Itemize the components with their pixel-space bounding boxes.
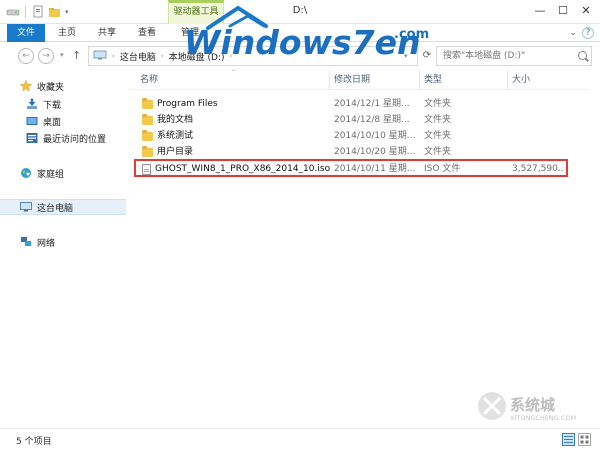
computer-icon <box>93 50 107 63</box>
nav-downloads[interactable]: 下载 <box>0 96 126 112</box>
customize-toolbar-icon[interactable]: ▾ <box>65 5 73 19</box>
file-type: ISO 文件 <box>424 164 461 174</box>
details-view-button[interactable] <box>562 433 575 446</box>
vertical-scrollbar[interactable] <box>588 90 598 426</box>
file-date: 2014/12/1 星期... <box>334 99 410 109</box>
breadcrumb-this-pc[interactable]: 这台电脑 <box>120 50 156 63</box>
file-type: 文件夹 <box>424 115 452 125</box>
this-pc-icon <box>20 201 32 213</box>
tab-manage[interactable]: 管理 <box>181 24 199 42</box>
column-type[interactable]: 类型 <box>420 70 508 90</box>
network-icon <box>20 236 32 248</box>
refresh-icon[interactable]: ⟳ <box>420 46 434 66</box>
recent-places-icon <box>26 132 38 144</box>
file-name: 系统测试 <box>157 131 194 141</box>
address-dropdown-icon[interactable]: ▾ <box>404 52 408 60</box>
sort-indicator-icon: ⌃ <box>231 69 237 76</box>
expand-ribbon-icon[interactable]: ⌄ <box>566 26 580 40</box>
tab-home[interactable]: 主页 <box>58 24 76 42</box>
column-size[interactable]: 大小 <box>508 70 588 90</box>
maximize-button[interactable]: ☐ <box>553 2 573 20</box>
tab-share[interactable]: 共享 <box>98 24 116 42</box>
status-bar: 5 个项目 <box>0 428 600 450</box>
new-folder-icon[interactable] <box>48 5 62 19</box>
table-row[interactable]: Program Files 2014/12/1 星期... 文件夹 <box>134 96 568 112</box>
table-row[interactable]: 系统测试 2014/10/10 星期... 文件夹 <box>134 128 568 144</box>
file-type: 文件夹 <box>424 99 452 109</box>
folder-icon <box>142 97 153 109</box>
drive-icon[interactable] <box>6 5 20 19</box>
nav-homegroup[interactable]: 家庭组 <box>0 165 126 181</box>
file-name: 我的文档 <box>157 115 194 125</box>
breadcrumb-local-disk[interactable]: 本地磁盘 (D:) <box>169 50 225 63</box>
column-date-modified[interactable]: 修改日期 <box>330 70 420 90</box>
search-input[interactable] <box>436 46 592 66</box>
homegroup-icon <box>20 167 32 179</box>
nav-desktop[interactable]: 桌面 <box>0 113 126 129</box>
folder-icon <box>142 113 153 125</box>
search-icon[interactable] <box>578 51 587 60</box>
file-size <box>514 128 566 144</box>
download-icon <box>26 98 38 110</box>
file-date: 2014/10/20 星期... <box>334 147 416 157</box>
address-bar-row: ← → ▾ ↑ › 这台电脑 › 本地磁盘 (D:) › ▾ ⟳ <box>0 42 600 70</box>
recent-locations-icon[interactable]: ▾ <box>60 51 64 59</box>
folder-icon <box>142 129 153 141</box>
item-count: 5 个项目 <box>16 437 52 447</box>
file-size <box>514 96 566 112</box>
file-list: 名称 ⌃ 修改日期 类型 大小 Program Files 2014/12/1 … <box>128 69 600 428</box>
drive-tools-context-tab[interactable]: 驱动器工具 <box>168 0 224 24</box>
file-date: 2014/10/10 星期... <box>334 131 416 141</box>
properties-icon[interactable] <box>31 5 45 19</box>
minimize-button[interactable]: — <box>530 2 550 20</box>
breadcrumb-separator: › <box>112 52 115 60</box>
column-header: 名称 ⌃ 修改日期 类型 大小 <box>128 69 588 90</box>
quick-access-toolbar: ▾ <box>6 5 73 19</box>
breadcrumb-separator: › <box>229 52 233 60</box>
nav-favorites[interactable]: 收藏夹 <box>0 78 126 94</box>
file-date: 2014/10/11 星期... <box>334 164 416 174</box>
file-name: Program Files <box>157 99 218 109</box>
file-type: 文件夹 <box>424 131 452 141</box>
file-name: 用户目录 <box>157 147 194 157</box>
file-size <box>514 112 566 128</box>
ribbon-tabs: 文件 主页 共享 查看 管理 ⌄ ? <box>0 24 600 42</box>
iso-file-icon <box>142 163 151 175</box>
nav-this-pc[interactable]: 这台电脑 <box>0 199 126 215</box>
folder-icon <box>142 145 153 157</box>
tab-file[interactable]: 文件 <box>7 24 45 42</box>
file-name: GHOST_WIN8_1_PRO_X86_2014_10.iso <box>155 164 331 174</box>
nav-network[interactable]: 网络 <box>0 234 126 250</box>
large-icons-view-button[interactable] <box>578 433 591 446</box>
title-bar: ▾ 驱动器工具 D:\ — ☐ ✕ <box>0 0 600 24</box>
table-row[interactable]: 我的文档 2014/12/8 星期... 文件夹 <box>134 112 568 128</box>
toolbar-separator <box>25 6 26 18</box>
desktop-icon <box>26 115 38 127</box>
navigation-pane: 收藏夹 下载 桌面 最近访问的位置 家庭组 这台电脑 网络 <box>0 70 126 428</box>
address-field[interactable]: › 这台电脑 › 本地磁盘 (D:) › <box>88 46 418 66</box>
forward-button[interactable]: → <box>38 48 54 64</box>
star-icon <box>19 79 33 92</box>
close-button[interactable]: ✕ <box>576 2 596 20</box>
file-type: 文件夹 <box>424 147 452 157</box>
help-icon[interactable]: ? <box>582 27 594 39</box>
file-size <box>514 144 566 160</box>
window-title: D:\ <box>292 5 308 16</box>
file-date: 2014/12/8 星期... <box>334 115 410 125</box>
breadcrumb-separator: › <box>160 52 164 60</box>
table-row[interactable]: 用户目录 2014/10/20 星期... 文件夹 <box>134 144 568 160</box>
file-size: 3,527,590... <box>512 164 564 174</box>
tab-view[interactable]: 查看 <box>138 24 156 42</box>
table-row-highlighted[interactable]: GHOST_WIN8_1_PRO_X86_2014_10.iso 2014/10… <box>134 159 568 177</box>
nav-recent-places[interactable]: 最近访问的位置 <box>0 130 126 146</box>
back-button[interactable]: ← <box>18 48 34 64</box>
up-button[interactable]: ↑ <box>72 49 81 62</box>
